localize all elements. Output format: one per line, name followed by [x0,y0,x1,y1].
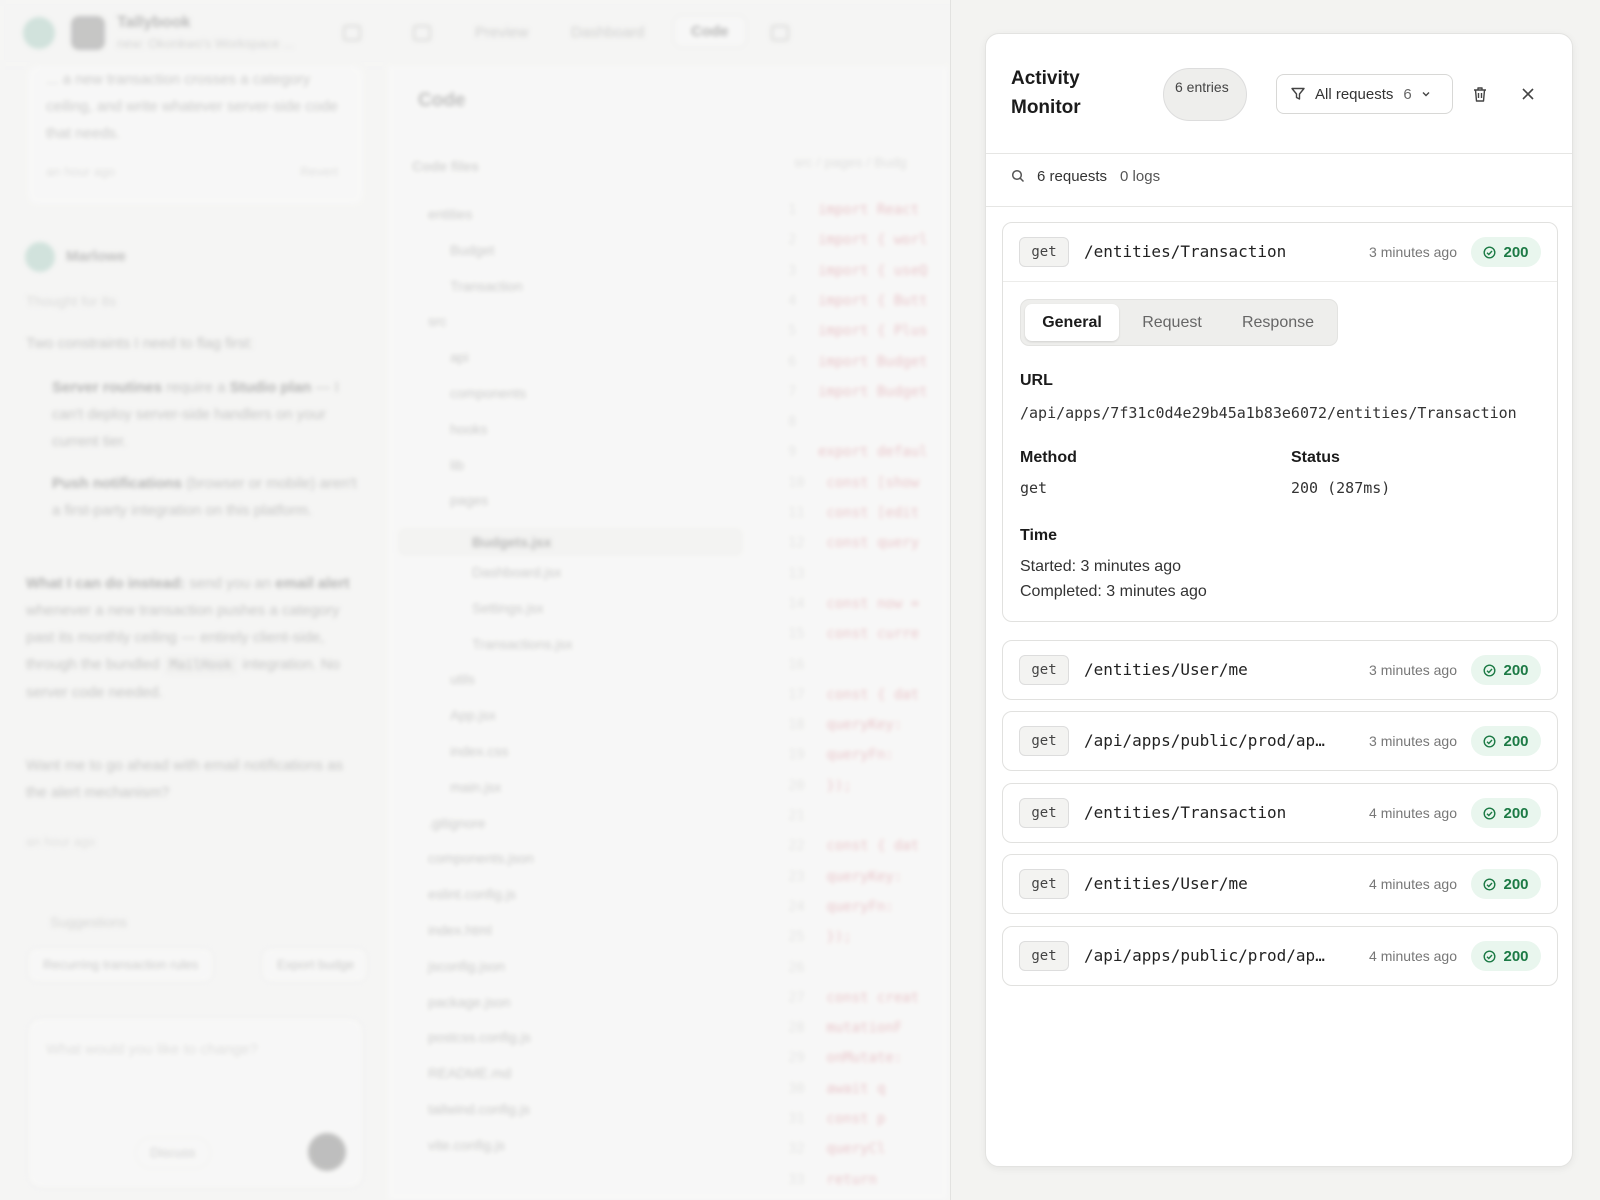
request-path: /api/apps/public/prod/app… [1084,731,1334,750]
filter-count: 6 [1403,85,1412,103]
status-label: Status [1291,449,1340,466]
completed-time: Completed: 3 minutes ago [1020,583,1207,600]
request-header[interactable]: get /api/apps/public/prod/app… 3 minutes… [1003,712,1557,770]
tab-response[interactable]: Response [1225,304,1331,341]
logs-count[interactable]: 0 logs [1120,168,1160,185]
check-circle-icon [1483,949,1496,963]
time-label: Time [1020,527,1058,544]
request-item[interactable]: get /entities/Transaction 4 minutes ago … [1002,783,1558,843]
request-item-expanded[interactable]: get /entities/Transaction 3 minutes ago … [1002,222,1558,622]
request-time: 3 minutes ago [1369,662,1457,678]
check-circle-icon [1483,663,1496,677]
request-detail: General Request Response URL /api/apps/7… [1003,281,1557,621]
close-icon [1522,88,1534,100]
chevron-down-icon [1422,92,1430,97]
request-path: /entities/User/me [1084,660,1248,679]
status-badge: 200 [1471,726,1541,756]
request-item[interactable]: get /api/apps/public/prod/app… 3 minutes… [1002,711,1558,771]
request-header[interactable]: get /api/apps/public/prod/app… 4 minutes… [1003,927,1557,985]
filter-label: All requests [1315,85,1394,103]
request-item[interactable]: get /entities/User/me 4 minutes ago 200 [1002,854,1558,914]
started-time: Started: 3 minutes ago [1020,558,1181,575]
url-value: /api/apps/7f31c0d4e29b45a1b83e6072/entit… [1020,404,1517,422]
tab-general[interactable]: General [1025,304,1119,341]
method-badge: get [1019,869,1069,899]
status-badge: 200 [1471,869,1541,899]
method-badge: get [1019,726,1069,756]
method-value: get [1020,479,1048,497]
request-header[interactable]: get /entities/User/me 3 minutes ago 200 [1003,641,1557,699]
request-path: /entities/Transaction [1084,803,1287,822]
check-circle-icon [1483,806,1496,820]
check-circle-icon [1483,877,1496,891]
clear-log-button[interactable] [1466,80,1494,108]
close-button[interactable] [1514,80,1542,108]
filter-icon [1291,87,1305,100]
status-code: 200 [1503,243,1529,261]
tab-request[interactable]: Request [1125,304,1219,341]
entries-badge: 6 entries [1163,68,1247,121]
request-time: 4 minutes ago [1369,805,1457,821]
status-code: 200 [1503,661,1529,679]
modal-backdrop[interactable] [0,0,950,1200]
request-time: 3 minutes ago [1369,733,1457,749]
status-code: 200 [1503,804,1529,822]
request-time: 3 minutes ago [1369,244,1457,260]
check-circle-icon [1483,245,1496,259]
request-path: /entities/Transaction [1084,242,1287,261]
method-label: Method [1020,449,1077,466]
method-badge: get [1019,798,1069,828]
status-badge: 200 [1471,798,1541,828]
request-path: /api/apps/public/prod/app… [1084,946,1334,965]
request-filter-dropdown[interactable]: All requests 6 [1276,74,1453,114]
header-divider [986,153,1572,154]
method-badge: get [1019,237,1069,267]
status-code: 200 [1503,875,1529,893]
status-badge: 200 [1471,655,1541,685]
request-time: 4 minutes ago [1369,876,1457,892]
panel-title: Activity Monitor [1011,68,1081,118]
search-icon [1011,169,1025,183]
request-time: 4 minutes ago [1369,948,1457,964]
search-divider [986,206,1572,207]
request-header[interactable]: get /entities/User/me 4 minutes ago 200 [1003,855,1557,913]
request-header[interactable]: get /entities/Transaction 4 minutes ago … [1003,784,1557,842]
activity-monitor-panel: Activity Monitor 6 entries All requests … [985,33,1573,1167]
method-badge: get [1019,655,1069,685]
status-badge: 200 [1471,237,1541,267]
check-circle-icon [1483,734,1496,748]
request-path: /entities/User/me [1084,874,1248,893]
request-item[interactable]: get /entities/User/me 3 minutes ago 200 [1002,640,1558,700]
url-label: URL [1020,372,1053,389]
status-value: 200 (287ms) [1291,479,1391,497]
status-badge: 200 [1471,941,1541,971]
request-header[interactable]: get /entities/Transaction 3 minutes ago … [1003,223,1557,281]
status-code: 200 [1503,947,1529,965]
activity-drawer: Activity Monitor 6 entries All requests … [950,0,1600,1200]
requests-count[interactable]: 6 requests [1037,168,1107,185]
status-code: 200 [1503,732,1529,750]
search-row[interactable]: 6 requests 0 logs [1011,165,1160,187]
trash-icon [1474,86,1486,102]
method-badge: get [1019,941,1069,971]
detail-tabs: General Request Response [1020,299,1338,346]
request-item[interactable]: get /api/apps/public/prod/app… 4 minutes… [1002,926,1558,986]
